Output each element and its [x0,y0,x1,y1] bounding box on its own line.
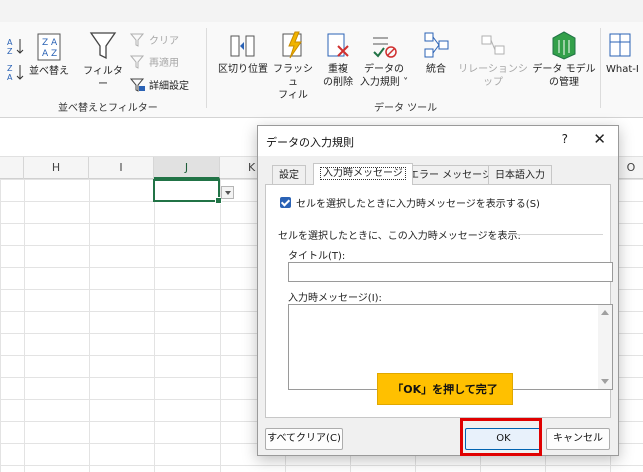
advanced-filter-icon [130,78,145,92]
what-if-icon [609,33,631,57]
section-label: セルを選択したときに、この入力時メッセージを表示: [278,231,521,242]
remove-duplicates-label-1: 重複 [328,64,348,75]
dialog-titlebar[interactable]: データの入力規則 ? ✕ [258,126,618,156]
title-input[interactable] [288,262,613,282]
consolidate-label: 統合 [426,64,446,75]
data-model-label-2: の管理 [549,77,579,88]
cell-dropdown-button[interactable] [221,186,234,199]
column-header-h[interactable]: H [24,157,89,179]
relationships-icon [481,35,505,55]
data-tools-group-label: データ ツール [374,103,438,114]
ok-highlight-frame [460,418,542,456]
what-if-analysis-button[interactable]: What-I [606,30,643,76]
data-validation-label-1: データの [364,64,404,75]
ribbon-top-band [0,0,643,22]
column-header-i[interactable]: I [89,157,154,179]
section-divider [510,234,603,235]
reapply-label: 再適用 [149,58,179,69]
clear-all-button[interactable]: すべてクリア(C) [265,428,343,450]
relationships-label: リレーションシップ [458,64,528,88]
consolidate-icon [424,32,449,58]
tab-settings[interactable]: 設定 [272,165,306,184]
filter-label: フィルター [83,66,123,90]
show-message-label[interactable]: セルを選択したときに入力時メッセージを表示する(S) [296,195,540,210]
selected-cell-j[interactable] [153,179,222,204]
tab-input-message[interactable]: 入力時メッセージ [313,163,413,185]
tab-error-message-label: エラー メッセージ [409,170,492,181]
flash-fill-icon [282,31,302,59]
instruction-callout: 「OK」を押して完了 [377,373,513,405]
what-if-label: What-I [606,64,639,75]
tab-ime[interactable]: 日本語入力 [488,165,552,184]
svg-text:Z: Z [7,64,13,73]
sort-label: 並べ替え [29,66,69,77]
reapply-button[interactable]: 再適用 [130,54,179,69]
scroll-down-icon[interactable] [601,379,609,384]
data-model-icon [552,31,576,60]
advanced-filter-button[interactable]: 詳細設定 [130,77,189,92]
data-validation-icon [373,37,397,58]
tab-settings-label: 設定 [279,170,299,181]
ribbon: AZ ZA Z AA Z 並べ替え フィルター クリア 再適用 詳細設定 並べ替… [0,22,643,118]
help-button[interactable]: ? [562,132,568,146]
manage-data-model-button[interactable]: データ モデル の管理 [532,30,596,89]
group-divider [206,28,207,108]
relationships-button[interactable]: リレーションシップ [456,30,530,89]
sort-descending-icon: ZA [7,64,24,82]
data-validation-button[interactable]: データの 入力規則 ˅ [358,30,410,89]
svg-text:Z A: Z A [42,38,58,48]
title-label: タイトル(T): [288,251,346,262]
group-divider [600,28,601,108]
callout-text: 「OK」を押して完了 [392,383,498,396]
filter-button[interactable]: フィルター [80,30,126,91]
row-header-corner [0,157,24,179]
advanced-label: 詳細設定 [149,81,189,92]
remove-duplicates-label-2: の削除 [323,77,353,88]
reapply-icon [130,55,145,69]
grid-line [220,179,221,472]
consolidate-button[interactable]: 統合 [418,30,454,76]
close-icon[interactable]: ✕ [593,130,606,148]
text-to-columns-button[interactable]: 区切り位置 [216,30,270,76]
clear-filter-icon [130,33,145,47]
scroll-up-icon[interactable] [601,310,609,315]
clear-filter-button[interactable]: クリア [130,32,179,47]
tab-input-message-label: 入力時メッセージ [320,167,406,180]
grid-line [154,179,155,472]
column-header-j[interactable]: J [154,157,220,179]
message-label: 入力時メッセージ(I): [288,293,382,304]
tab-error-message[interactable]: エラー メッセージ [402,165,499,184]
flash-fill-label-1: フラッシュ [273,64,313,88]
svg-text:A: A [7,38,13,47]
show-message-checkbox[interactable] [280,197,291,208]
svg-text:Z: Z [7,47,13,56]
sort-dialog-icon: Z AA Z [37,33,61,61]
funnel-icon [89,32,117,60]
clear-label: クリア [149,36,179,47]
text-to-columns-icon [230,35,255,57]
svg-text:A Z: A Z [42,49,57,59]
message-scrollbar[interactable] [598,305,612,389]
svg-text:A: A [7,73,13,82]
data-model-label-1: データ モデル [532,64,596,75]
column-header-o[interactable]: O [619,157,643,179]
tab-ime-label: 日本語入力 [495,170,545,181]
cancel-button[interactable]: キャンセル [546,428,610,450]
remove-duplicates-icon [327,33,349,57]
data-validation-dialog: データの入力規則 ? ✕ 設定 入力時メッセージ エラー メッセージ 日本語入力… [257,125,619,456]
sort-descending-button[interactable]: ZA [6,62,29,82]
grid-line [24,179,25,472]
grid-line [89,179,90,472]
sort-ascending-button[interactable]: AZ [6,36,29,56]
text-to-columns-label: 区切り位置 [218,64,268,75]
data-validation-label-2: 入力規則 ˅ [359,77,409,88]
sort-ascending-icon: AZ [7,38,24,56]
flash-fill-button[interactable]: フラッシュ フィル [272,30,314,102]
dialog-title: データの入力規則 [266,136,354,149]
flash-fill-label-2: フィル [278,90,308,101]
remove-duplicates-button[interactable]: 重複 の削除 [318,30,358,89]
sort-filter-group-label: 並べ替えとフィルター [58,103,158,114]
sort-button[interactable]: Z AA Z 並べ替え [28,32,70,78]
